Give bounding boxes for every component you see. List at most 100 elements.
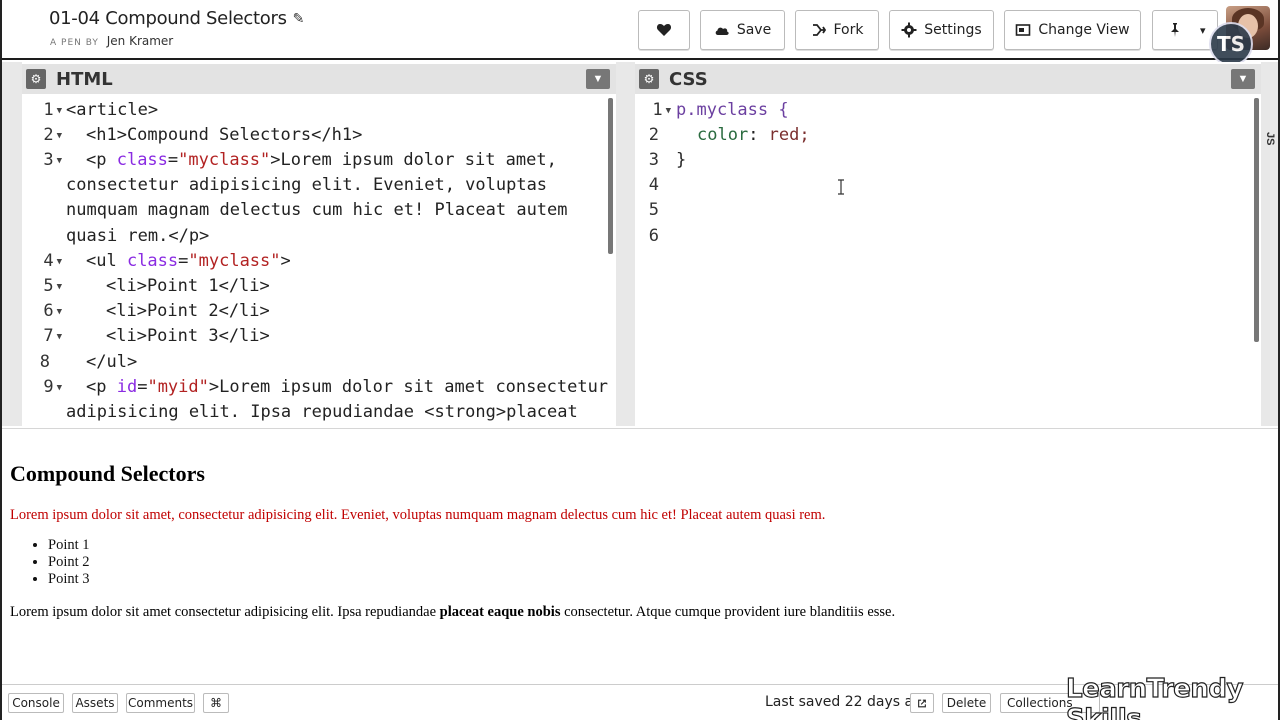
html-scrollbar[interactable]: [608, 98, 613, 254]
console-button[interactable]: Console: [8, 693, 64, 713]
settings-button-label: Settings: [924, 22, 982, 38]
code-line: consectetur adipisicing elit. Eveniet, v…: [66, 175, 548, 195]
preview-paragraph-myclass: Lorem ipsum dolor sit amet, consectetur …: [10, 507, 826, 523]
html-code-editor[interactable]: 1 ▼ 2 ▼ 3 ▼ 4 ▼ 5 ▼ 6 ▼ 7 ▼ 8 9 ▼ <article> <h1>…: [22, 98, 616, 426]
code-line: <ul class="myclass">: [86, 251, 291, 271]
delete-button[interactable]: Delete: [942, 693, 991, 713]
last-saved-status: Last saved 22 days ago: [765, 694, 931, 710]
html-settings-gear-icon[interactable]: ⚙: [26, 69, 46, 89]
edit-pencil-icon[interactable]: ✎: [293, 11, 305, 27]
preview-strong-text: placeat eaque nobis: [439, 604, 561, 620]
code-line: </ul>: [86, 352, 138, 372]
code-line: <p class="myclass">Lorem ipsum dolor sit…: [86, 150, 557, 170]
list-item: Point 1: [48, 537, 90, 554]
learntrendy-watermark: LearnTrendy Skills: [1065, 673, 1244, 720]
pen-by-label: A PEN BY: [50, 38, 99, 48]
preview-heading: Compound Selectors: [10, 461, 205, 486]
code-line: color: red;: [697, 125, 810, 145]
line-number: 1 ▼: [652, 100, 671, 120]
js-pane-collapsed-label[interactable]: JS: [1264, 132, 1276, 145]
code-line: <p id="myid">Lorem ipsum dolor sit amet …: [86, 377, 609, 397]
fork-button[interactable]: Fork: [795, 10, 879, 50]
fold-arrow-icon: ▼: [56, 383, 62, 393]
line-number: 5: [648, 200, 659, 220]
save-button[interactable]: Save: [700, 10, 785, 50]
fold-arrow-icon: ▼: [56, 307, 62, 317]
code-line: <li>Point 2</li>: [106, 301, 270, 321]
css-code-editor[interactable]: 1 ▼ 2 3 4 5 6 p.myclass { color: red; }: [635, 98, 1261, 426]
css-settings-gear-icon[interactable]: ⚙: [639, 69, 659, 89]
change-view-button-label: Change View: [1038, 22, 1130, 38]
pen-title-text: 01-04 Compound Selectors: [49, 8, 287, 29]
external-link-icon: [918, 699, 926, 707]
pen-header: 01-04 Compound Selectors ✎ A PEN BY Jen …: [2, 0, 1278, 66]
line-number: 2: [648, 125, 659, 145]
css-scrollbar[interactable]: [1254, 98, 1259, 342]
text-cursor-icon: [838, 179, 844, 195]
list-item: Point 3: [48, 571, 90, 588]
fold-arrow-icon: ▼: [665, 106, 671, 116]
line-number: 5 ▼: [43, 276, 62, 296]
line-number: 1 ▼: [43, 100, 62, 120]
settings-button[interactable]: Settings: [889, 10, 994, 50]
html-pane-title: HTML: [56, 68, 113, 90]
ts-logo-badge: TS: [1209, 22, 1253, 66]
code-line: adipisicing elit. Ipsa repudiandae <stro…: [66, 402, 578, 422]
preview-list: Point 1 Point 2 Point 3: [48, 537, 90, 588]
comments-button[interactable]: Comments: [126, 693, 195, 713]
preview-paragraph-myid: Lorem ipsum dolor sit amet consectetur a…: [10, 604, 896, 620]
code-line: p.myclass {: [676, 100, 789, 120]
fold-arrow-icon: ▼: [56, 282, 62, 292]
cloud-icon: [715, 27, 729, 35]
code-line: <li>Point 1</li>: [106, 276, 270, 296]
editor-area: ⚙ HTML ▼ 1 ▼ 2 ▼ 3 ▼ 4 ▼ 5 ▼ 6 ▼ 7 ▼ 8 9 ▼ <arti…: [2, 62, 1278, 426]
fold-arrow-icon: ▼: [56, 257, 62, 267]
code-line: <h1>Compound Selectors</h1>: [86, 125, 363, 145]
assets-button[interactable]: Assets: [72, 693, 118, 713]
pen-title[interactable]: 01-04 Compound Selectors ✎: [49, 8, 304, 29]
css-collapse-chevron-icon[interactable]: ▼: [1231, 69, 1255, 89]
list-item: Point 2: [48, 554, 90, 571]
code-line: quasi rem.</p>: [66, 226, 210, 246]
fold-arrow-icon: ▼: [56, 332, 62, 342]
fold-arrow-icon: ▼: [56, 156, 62, 166]
css-pane-title: CSS: [669, 68, 708, 90]
pen-author-line: A PEN BY Jen Kramer: [50, 34, 173, 48]
line-number: 3 ▼: [43, 150, 62, 170]
line-number: 2 ▼: [43, 125, 62, 145]
line-number: 4: [648, 175, 659, 195]
pin-icon: [1171, 23, 1179, 37]
css-pane-header: ⚙ CSS ▼: [635, 64, 1261, 94]
change-view-button[interactable]: Change View: [1004, 10, 1141, 50]
css-editor-pane: ⚙ CSS ▼ 1 ▼ 2 3 4 5 6 p.myclass { color: …: [635, 62, 1261, 426]
code-line: <li>Point 3</li>: [106, 326, 270, 346]
fold-arrow-icon: ▼: [56, 131, 62, 141]
heart-icon: [656, 24, 672, 36]
line-number: 4 ▼: [43, 251, 62, 271]
fork-button-label: Fork: [833, 22, 864, 38]
line-number: 6: [648, 226, 659, 246]
code-line: }: [676, 150, 687, 170]
fork-icon: [812, 24, 826, 36]
gear-icon: [901, 22, 917, 38]
codepen-window: 01-04 Compound Selectors ✎ A PEN BY Jen …: [0, 0, 1280, 720]
html-pane-header: ⚙ HTML ▼: [22, 64, 616, 94]
line-number: 8: [39, 352, 50, 372]
heart-button[interactable]: [638, 10, 690, 50]
line-number: 6 ▼: [43, 301, 62, 321]
open-external-button[interactable]: [910, 693, 934, 713]
result-preview: Compound Selectors Lorem ipsum dolor sit…: [2, 428, 1278, 684]
html-editor-pane: ⚙ HTML ▼ 1 ▼ 2 ▼ 3 ▼ 4 ▼ 5 ▼ 6 ▼ 7 ▼ 8 9 ▼ <arti…: [22, 62, 616, 426]
code-line: numquam magnam delectus cum hic et! Plac…: [66, 200, 568, 220]
author-link[interactable]: Jen Kramer: [107, 34, 174, 48]
line-number: 3: [648, 150, 659, 170]
layout-icon: [1016, 24, 1031, 36]
keyboard-shortcuts-button[interactable]: ⌘: [203, 693, 229, 713]
save-button-label: Save: [736, 22, 772, 38]
fold-arrow-icon: ▼: [56, 106, 62, 116]
line-number: 7 ▼: [43, 326, 62, 346]
line-number: 9 ▼: [43, 377, 62, 397]
code-line: <article>: [66, 100, 159, 120]
html-collapse-chevron-icon[interactable]: ▼: [586, 69, 610, 89]
chevron-down-icon: ▾: [1200, 23, 1206, 37]
